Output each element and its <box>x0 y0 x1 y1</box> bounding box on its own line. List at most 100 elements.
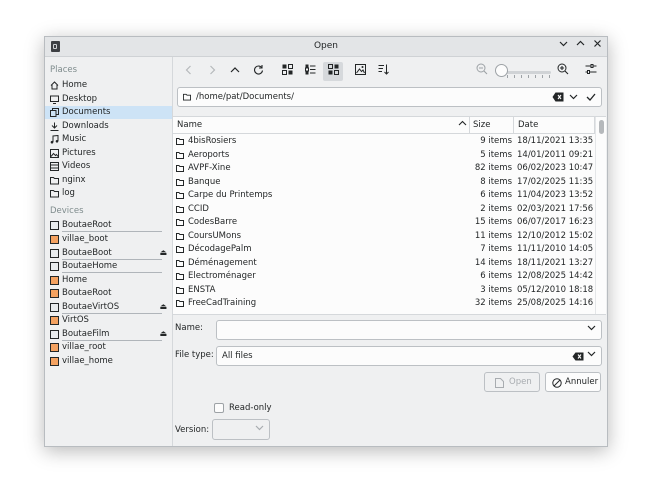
eject-icon[interactable]: ⏏ <box>159 302 167 311</box>
chevron-down-icon[interactable] <box>587 324 596 335</box>
sort-button[interactable] <box>373 62 393 81</box>
column-separator[interactable] <box>469 117 470 133</box>
column-header-size[interactable]: Size <box>473 120 490 130</box>
file-name: CCID <box>188 203 209 214</box>
sidebar-item-label: Videos <box>62 161 91 171</box>
device-item[interactable]: villae_home <box>45 355 172 368</box>
file-row[interactable]: CoursUMons 11 items 12/10/2012 15:02 <box>173 230 594 244</box>
location-bar[interactable]: /home/pat/Documents/ <box>177 87 602 107</box>
back-button[interactable] <box>179 62 199 81</box>
device-item[interactable]: villae_root <box>45 341 172 354</box>
chevron-down-icon[interactable] <box>569 93 578 104</box>
device-item[interactable]: BoutaeVirtOS ⏏ <box>45 301 172 314</box>
column-header-date[interactable]: Date <box>518 120 538 130</box>
maximize-button[interactable] <box>572 38 588 54</box>
chevron-down-icon[interactable] <box>255 424 264 435</box>
filename-input[interactable] <box>216 320 602 340</box>
file-name: CodesBarre <box>188 217 238 227</box>
file-date: 05/12/2010 18:18 <box>517 284 594 295</box>
image-preview-icon <box>354 64 366 75</box>
name-label: Name: <box>175 323 203 333</box>
sidebar-item-home[interactable]: Home <box>45 79 172 92</box>
pictures-icon <box>50 148 59 158</box>
confirm-location-icon[interactable] <box>586 92 596 105</box>
eject-icon[interactable]: ⏏ <box>159 248 167 257</box>
icons-view-button[interactable] <box>277 62 297 81</box>
file-date: 18/11/2021 13:27 <box>517 257 594 268</box>
device-item[interactable]: BoutaeHome <box>45 260 172 273</box>
sidebar-item-nginx[interactable]: nginx <box>45 174 172 187</box>
vertical-scrollbar[interactable] <box>595 117 606 314</box>
device-item[interactable]: BoutaeFilm ⏏ <box>45 328 172 341</box>
preview-button[interactable] <box>350 62 370 81</box>
sidebar-item-desktop[interactable]: Desktop <box>45 93 172 106</box>
version-label: Version: <box>175 425 210 435</box>
file-row[interactable]: ENSTA 3 items 05/12/2010 18:18 <box>173 284 594 298</box>
file-size: 82 items <box>474 163 512 173</box>
minimize-button[interactable] <box>555 38 571 54</box>
file-list[interactable]: Name Size Date 4bisRosiers 9 items 18/11… <box>173 116 606 315</box>
file-date: 17/02/2025 11:35 <box>517 176 594 187</box>
location-path[interactable]: /home/pat/Documents/ <box>196 92 294 102</box>
chevron-down-icon[interactable] <box>587 350 596 361</box>
file-row[interactable]: Banque 8 items 17/02/2025 11:35 <box>173 176 594 190</box>
sidebar-item-downloads[interactable]: Downloads <box>45 120 172 133</box>
reload-button[interactable] <box>248 62 268 81</box>
drive-icon <box>50 221 59 230</box>
file-row[interactable]: Electroménager 6 items 12/08/2025 14:42 <box>173 270 593 284</box>
filetype-select[interactable]: All files <box>216 346 602 366</box>
file-row[interactable]: DécodagePalm 7 items 11/11/2010 14:05 <box>173 243 593 257</box>
sidebar-item-music[interactable]: Music <box>45 133 172 146</box>
readonly-label[interactable]: Read-only <box>229 403 272 413</box>
readonly-checkbox[interactable] <box>214 403 224 413</box>
up-button[interactable] <box>225 62 245 81</box>
folder-icon <box>176 138 184 145</box>
scrollbar-thumb[interactable] <box>599 120 604 134</box>
file-row[interactable]: Carpe du Printemps 6 items 11/04/2023 13… <box>173 189 593 203</box>
device-item[interactable]: VirtOS <box>45 314 172 327</box>
compact-view-button[interactable] <box>300 62 320 81</box>
device-item[interactable]: BoutaeRoot <box>45 287 172 300</box>
file-row[interactable]: FreeCadTraining 32 items 25/08/2025 14:1… <box>173 297 593 311</box>
column-separator[interactable] <box>513 117 514 133</box>
options-button[interactable] <box>581 62 601 81</box>
device-item[interactable]: BoutaeBoot ⏏ <box>45 247 172 260</box>
version-select[interactable] <box>212 419 270 440</box>
zoom-in-button[interactable] <box>553 62 573 81</box>
device-item[interactable]: Home <box>45 274 172 287</box>
close-button[interactable] <box>589 38 605 54</box>
open-button[interactable]: Open <box>484 372 540 392</box>
sidebar-item-pictures[interactable]: Pictures <box>45 147 172 160</box>
forward-button[interactable] <box>202 62 222 81</box>
file-row[interactable]: 4bisRosiers 9 items 18/11/2021 13:35 <box>173 135 593 149</box>
zoom-in-icon <box>557 63 569 75</box>
details-view-button[interactable] <box>323 62 343 81</box>
sort-ascending-icon[interactable] <box>458 119 467 131</box>
file-date: 12/10/2012 15:02 <box>517 230 594 241</box>
file-row[interactable]: Déménagement 14 items 18/11/2021 13:27 <box>173 257 594 271</box>
sort-icon <box>378 64 389 75</box>
zoom-out-button[interactable] <box>472 62 492 81</box>
sidebar-item-documents[interactable]: Documents <box>45 106 172 119</box>
sidebar-item-log[interactable]: log <box>45 187 172 200</box>
clear-location-icon[interactable] <box>552 92 564 105</box>
music-icon <box>50 135 59 144</box>
folder-icon <box>176 286 184 294</box>
device-label: BoutaeRoot <box>62 288 112 298</box>
file-row[interactable]: CCID 2 items 02/03/2021 17:56 <box>173 203 593 217</box>
device-item[interactable]: villae_boot <box>45 233 172 246</box>
cancel-button[interactable]: Annuler <box>545 372 601 392</box>
zoom-out-icon <box>476 63 488 75</box>
device-item[interactable]: BoutaeRoot <box>45 219 172 232</box>
file-row[interactable]: Aeroports 5 items 14/01/2011 09:21 <box>173 149 593 163</box>
column-header-name[interactable]: Name <box>177 120 202 130</box>
file-row[interactable]: AVPF-Xine 82 items 06/02/2023 10:47 <box>173 162 593 176</box>
zoom-slider-handle[interactable] <box>495 64 508 77</box>
file-row[interactable]: CodesBarre 15 items 06/07/2017 16:23 <box>173 216 593 230</box>
folder-icon <box>176 246 184 253</box>
drive-icon <box>50 302 59 312</box>
clear-filter-icon[interactable] <box>572 352 584 364</box>
eject-icon[interactable]: ⏏ <box>159 329 167 338</box>
sidebar-item-videos[interactable]: Videos <box>45 160 172 173</box>
device-label: BoutaeRoot <box>62 220 112 230</box>
